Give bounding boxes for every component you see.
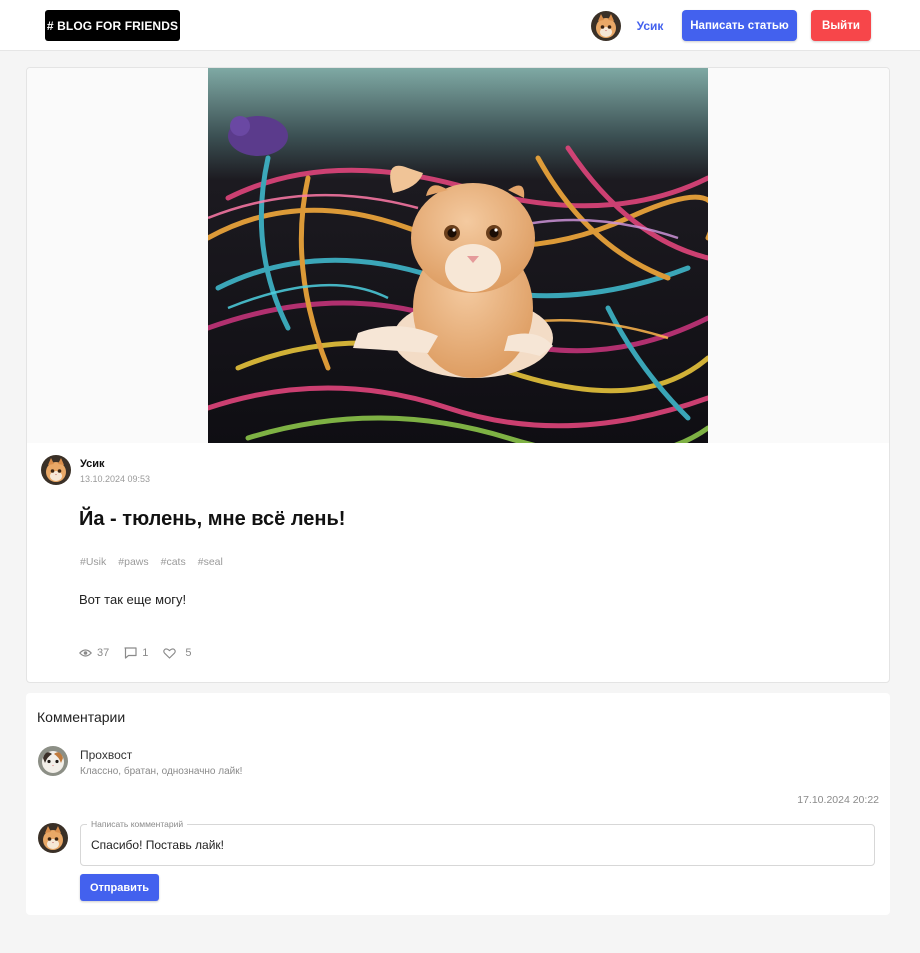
comment-icon	[124, 647, 137, 659]
post-body-text: Вот так еще могу!	[79, 592, 187, 607]
comment-field[interactable]: Написать комментарий	[80, 819, 875, 866]
likes-stat[interactable]: 5	[163, 647, 192, 659]
user-avatar[interactable]	[591, 11, 621, 41]
send-comment-button[interactable]: Отправить	[80, 874, 159, 901]
user-name-link[interactable]: Усик	[630, 11, 670, 40]
logout-button[interactable]: Выйти	[811, 10, 871, 41]
post-card: Усик 13.10.2024 09:53 Йа - тюлень, мне в…	[26, 67, 890, 683]
views-count: 37	[97, 647, 110, 659]
comment-author[interactable]: Прохвост	[80, 748, 132, 762]
comment-date: 17.10.2024 20:22	[797, 794, 879, 806]
commenter-avatar[interactable]	[38, 746, 68, 776]
post-date: 13.10.2024 09:53	[80, 474, 151, 484]
tag-link[interactable]: #cats	[161, 556, 186, 568]
comment-input[interactable]	[81, 825, 874, 865]
tag-link[interactable]: #paws	[118, 556, 148, 568]
site-logo[interactable]: # BLOG FOR FRIENDS	[45, 10, 180, 41]
post-image[interactable]	[208, 68, 708, 443]
comments-title: Комментарии	[37, 709, 126, 725]
cat-photo-image	[208, 68, 708, 443]
post-stats: 37 1 5	[79, 647, 207, 659]
comments-stat: 1	[124, 647, 148, 659]
heart-icon[interactable]	[163, 647, 177, 659]
post-author-name[interactable]: Усик	[80, 458, 105, 470]
current-user-avatar	[38, 823, 68, 853]
top-header: # BLOG FOR FRIENDS Усик Написать статью …	[0, 0, 920, 51]
comment-text: Классно, братан, однозначно лайк!	[80, 766, 243, 777]
likes-count: 5	[185, 647, 192, 659]
write-article-button[interactable]: Написать статью	[682, 10, 797, 41]
post-author-avatar[interactable]	[41, 455, 71, 485]
post-image-container	[27, 68, 889, 443]
tag-link[interactable]: #seal	[198, 556, 223, 568]
tag-link[interactable]: #Usik	[80, 556, 106, 568]
eye-icon	[79, 649, 92, 657]
views-stat: 37	[79, 647, 109, 659]
comments-count: 1	[142, 647, 149, 659]
post-tags: #Usik #paws #cats #seal	[80, 556, 223, 568]
post-title: Йа - тюлень, мне всё лень!	[79, 508, 346, 530]
comments-section: Комментарии Прохвост Классно, братан, од…	[26, 693, 890, 915]
